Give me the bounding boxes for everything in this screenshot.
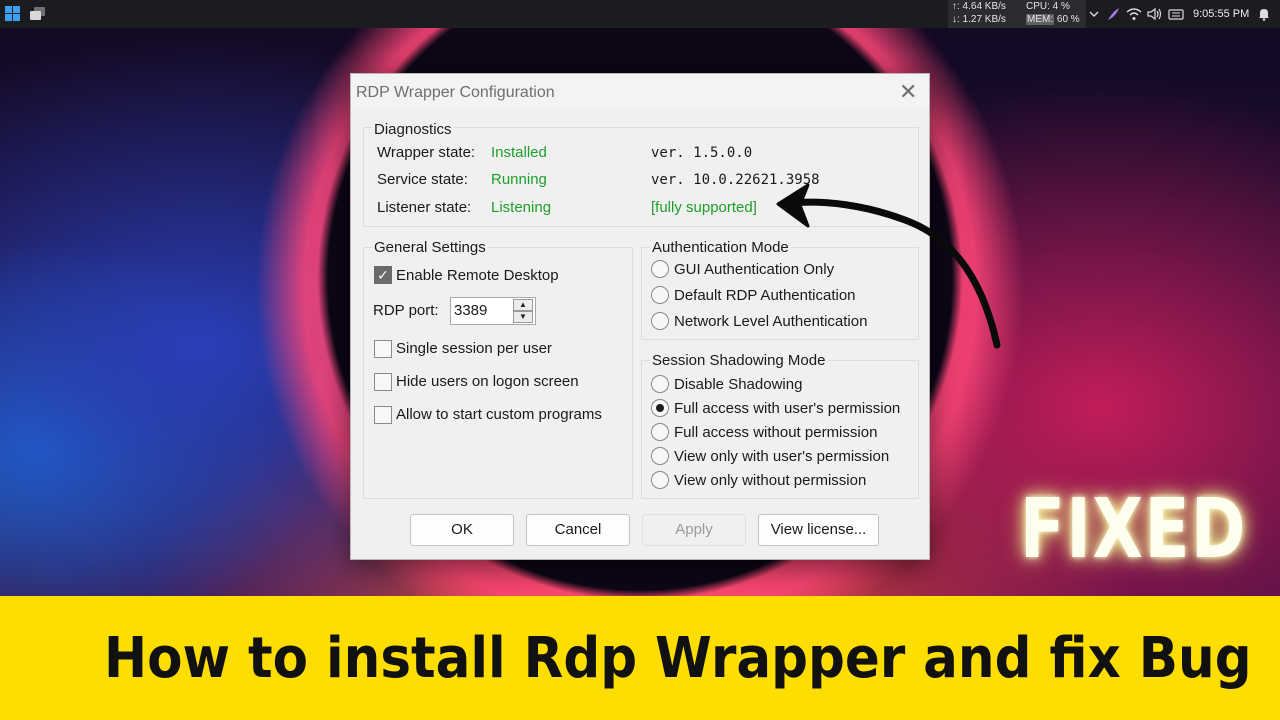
banner-title: How to install Rdp Wrapper and fix Bug [104,626,1252,691]
fixed-label: FIXED [1020,482,1248,577]
